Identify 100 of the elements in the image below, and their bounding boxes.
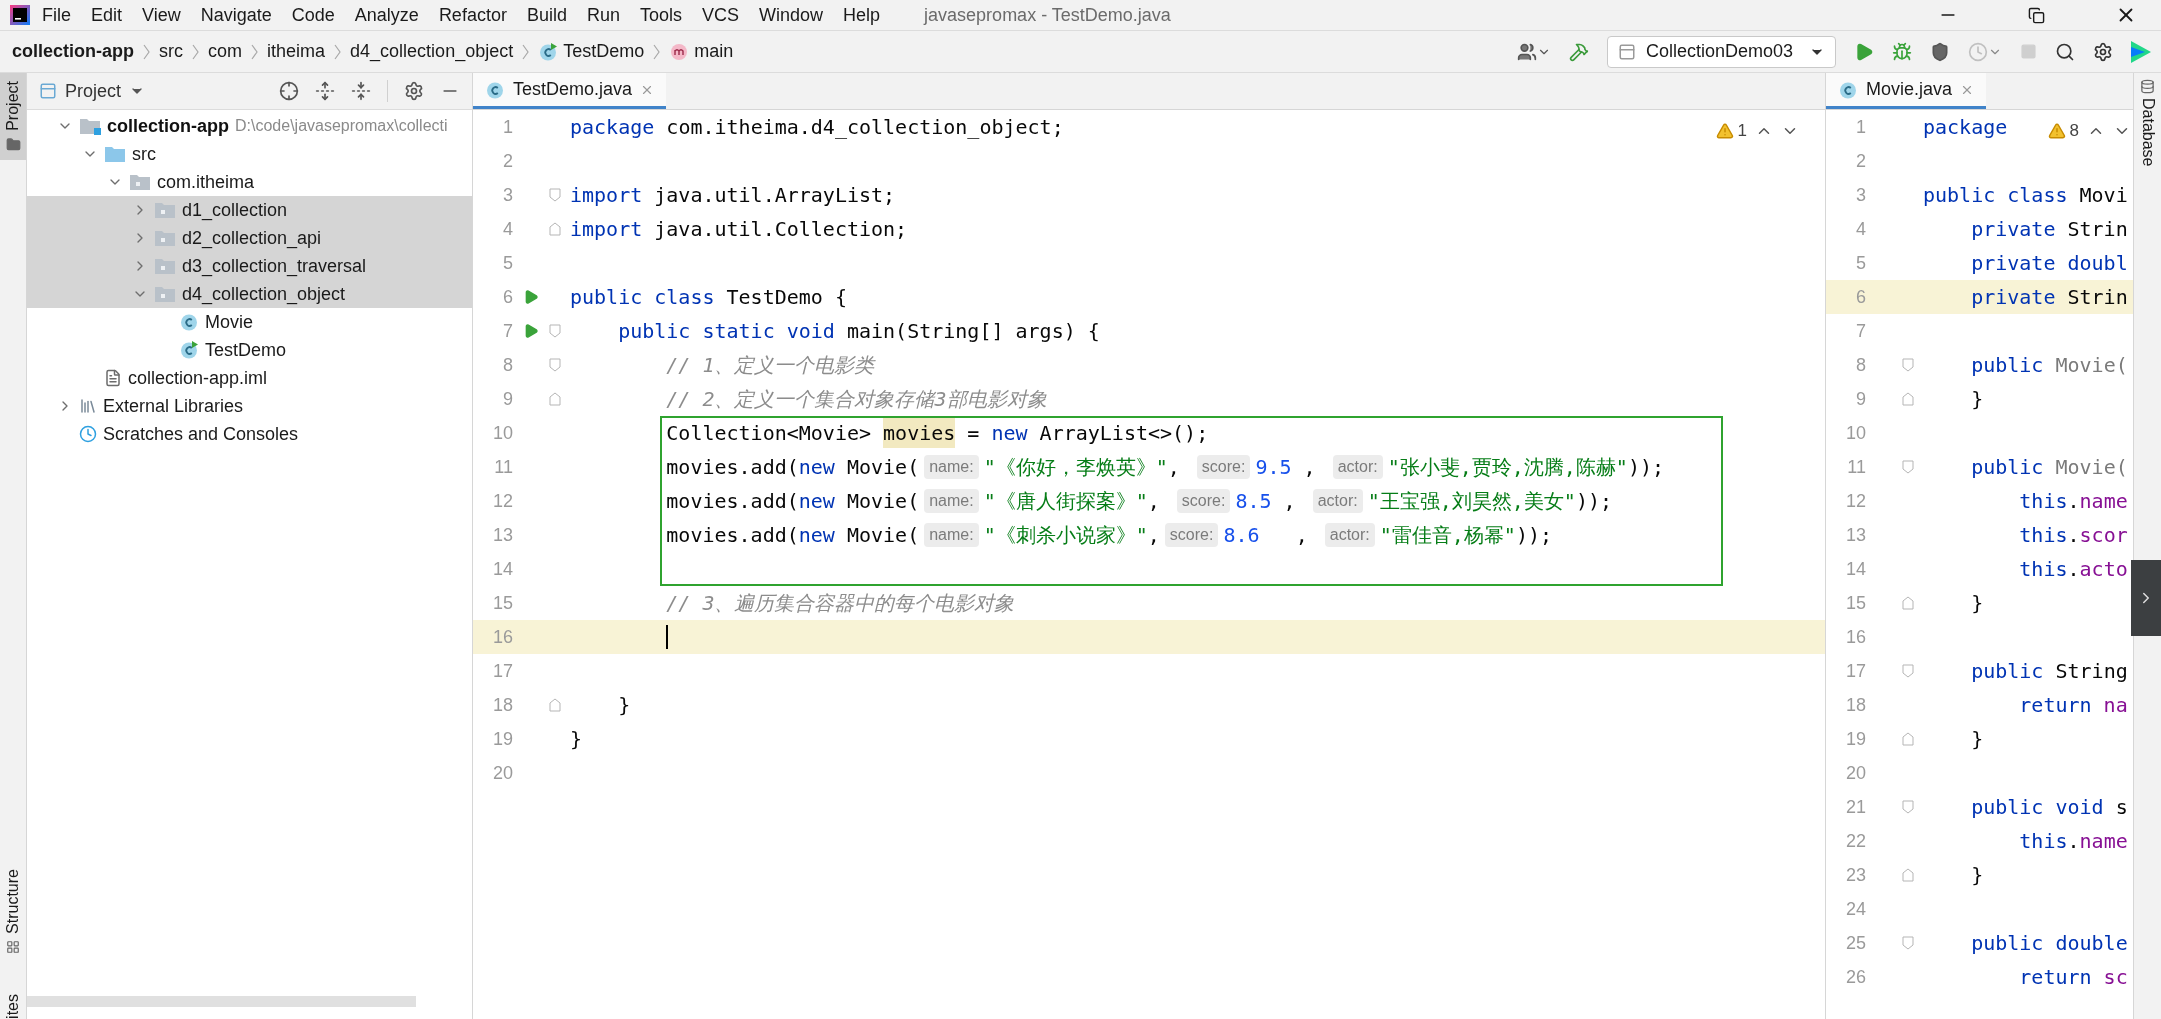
line-number: 19: [1844, 727, 1866, 751]
menu-item[interactable]: Navigate: [200, 1, 272, 29]
menu-item[interactable]: VCS: [702, 1, 739, 29]
number-literal: 8.6: [1223, 522, 1260, 549]
menu-item[interactable]: View: [142, 1, 181, 29]
code-text: }: [1970, 590, 1984, 617]
editor-tab[interactable]: Movie.java: [1826, 73, 1987, 109]
search-icon[interactable]: [2055, 41, 2075, 62]
menu-item[interactable]: Run: [586, 1, 620, 29]
menu-item[interactable]: File: [42, 1, 71, 29]
line-number: 9: [502, 387, 513, 411]
tree-item[interactable]: d4_collection_object: [27, 280, 472, 308]
expand-all-icon[interactable]: [315, 81, 335, 101]
code-text: Strin: [2066, 216, 2128, 243]
breadcrumb-item[interactable]: collection-app: [12, 38, 134, 65]
method-icon: [669, 41, 690, 62]
fold-icon[interactable]: [1902, 664, 1914, 678]
tree-item[interactable]: Scratches and Consoles: [27, 420, 472, 448]
breadcrumb-item[interactable]: com: [208, 38, 243, 65]
breadcrumb-item[interactable]: main: [694, 38, 734, 65]
run-icon[interactable]: [1854, 41, 1874, 62]
fold-icon[interactable]: [1902, 800, 1914, 814]
fold-icon[interactable]: [1902, 936, 1914, 950]
breadcrumb-item[interactable]: src: [159, 38, 183, 65]
menu-item[interactable]: Code: [291, 1, 335, 29]
debug-icon[interactable]: [1892, 41, 1912, 62]
menu-item[interactable]: Window: [759, 1, 824, 29]
tree-item[interactable]: Movie: [27, 308, 472, 336]
separator-icon: [143, 43, 150, 60]
menu-item[interactable]: Refactor: [438, 1, 507, 29]
line-number: 14: [1844, 557, 1866, 581]
fold-end-icon[interactable]: [549, 222, 561, 236]
database-icon: [2140, 79, 2155, 94]
toolbox-logo[interactable]: [2131, 40, 2151, 63]
number-literal: 8.5: [1235, 488, 1272, 515]
line-number: 2: [1855, 149, 1866, 173]
tree-item[interactable]: collection-app D:\code\javasepromax\collecti: [27, 112, 472, 140]
line-number: 16: [491, 625, 513, 649]
line-number: 1: [1855, 115, 1866, 139]
tree-item[interactable]: src: [27, 140, 472, 168]
menu-item[interactable]: Analyze: [354, 1, 419, 29]
line-number: 17: [491, 659, 513, 683]
user-icon[interactable]: [1517, 41, 1537, 62]
run-icon[interactable]: [523, 289, 539, 305]
tree-item[interactable]: External Libraries: [27, 392, 472, 420]
tree-item[interactable]: com.itheima: [27, 168, 472, 196]
tool-window-tab[interactable]: Structure: [3, 869, 23, 955]
fold-end-icon[interactable]: [1902, 596, 1914, 610]
fold-icon[interactable]: [549, 358, 561, 372]
code-comment: // 3、遍历集合容器中的每个电影对象: [665, 590, 1015, 617]
fold-end-icon[interactable]: [1902, 868, 1914, 882]
code-text: }: [1970, 726, 1984, 753]
fold-icon[interactable]: [1902, 460, 1914, 474]
run-icon[interactable]: [523, 323, 539, 339]
collapse-all-icon[interactable]: [351, 81, 371, 101]
tree-item[interactable]: d3_collection_traversal: [27, 252, 472, 280]
breadcrumb-item[interactable]: TestDemo: [563, 38, 645, 65]
folder-icon: [154, 229, 176, 247]
window-title: javasepromax - TestDemo.java: [924, 3, 1171, 27]
shield-icon[interactable]: [1930, 41, 1950, 62]
run-configuration-dropdown[interactable]: CollectionDemo03: [1607, 35, 1836, 68]
menu-item[interactable]: Tools: [639, 1, 682, 29]
build-icon[interactable]: [1569, 41, 1589, 62]
fold-icon[interactable]: [549, 324, 561, 338]
tool-window-tab[interactable]: ites: [3, 994, 23, 1019]
menu-item[interactable]: Help: [843, 1, 881, 29]
locate-icon[interactable]: [279, 81, 299, 101]
menu-item[interactable]: Edit: [91, 1, 123, 29]
warning-icon[interactable]: [2047, 121, 2066, 140]
tool-window-tab[interactable]: Database: [2135, 79, 2160, 167]
tree-item[interactable]: collection-app.iml: [27, 364, 472, 392]
settings-icon[interactable]: [404, 81, 424, 101]
tree-item[interactable]: d1_collection: [27, 196, 472, 224]
clock-icon: [79, 425, 97, 443]
code-keyword: this: [2018, 828, 2068, 855]
fold-icon[interactable]: [1902, 358, 1914, 372]
tree-item[interactable]: d2_collection_api: [27, 224, 472, 252]
breadcrumb-item[interactable]: itheima: [267, 38, 326, 65]
editor-tab[interactable]: TestDemo.java: [473, 73, 667, 109]
scrollbar[interactable]: [27, 996, 416, 1007]
fold-end-icon[interactable]: [549, 698, 561, 712]
fold-end-icon[interactable]: [549, 392, 561, 406]
fold-end-icon[interactable]: [1902, 732, 1914, 746]
tree-item[interactable]: TestDemo: [27, 336, 472, 364]
field-name: sc: [2102, 964, 2128, 991]
panel-icon: [39, 82, 57, 100]
warning-icon[interactable]: [1715, 121, 1734, 140]
fold-icon[interactable]: [549, 188, 561, 202]
code-keyword: new: [798, 454, 835, 481]
code-keyword: public double: [1970, 930, 2128, 957]
fold-end-icon[interactable]: [1902, 392, 1914, 406]
panel-title[interactable]: Project: [65, 77, 122, 105]
settings-icon[interactable]: [2093, 41, 2113, 62]
project-tool-tab[interactable]: Project: [0, 73, 26, 160]
menu-item[interactable]: Build: [526, 1, 567, 29]
path-text: D:\code\javasepromax\collecti: [235, 116, 448, 136]
breadcrumb-item[interactable]: d4_collection_object: [350, 38, 514, 65]
code-text: ));: [1575, 488, 1612, 515]
warning-count: 1: [1737, 120, 1747, 142]
restore-icon[interactable]: [2028, 6, 2045, 24]
